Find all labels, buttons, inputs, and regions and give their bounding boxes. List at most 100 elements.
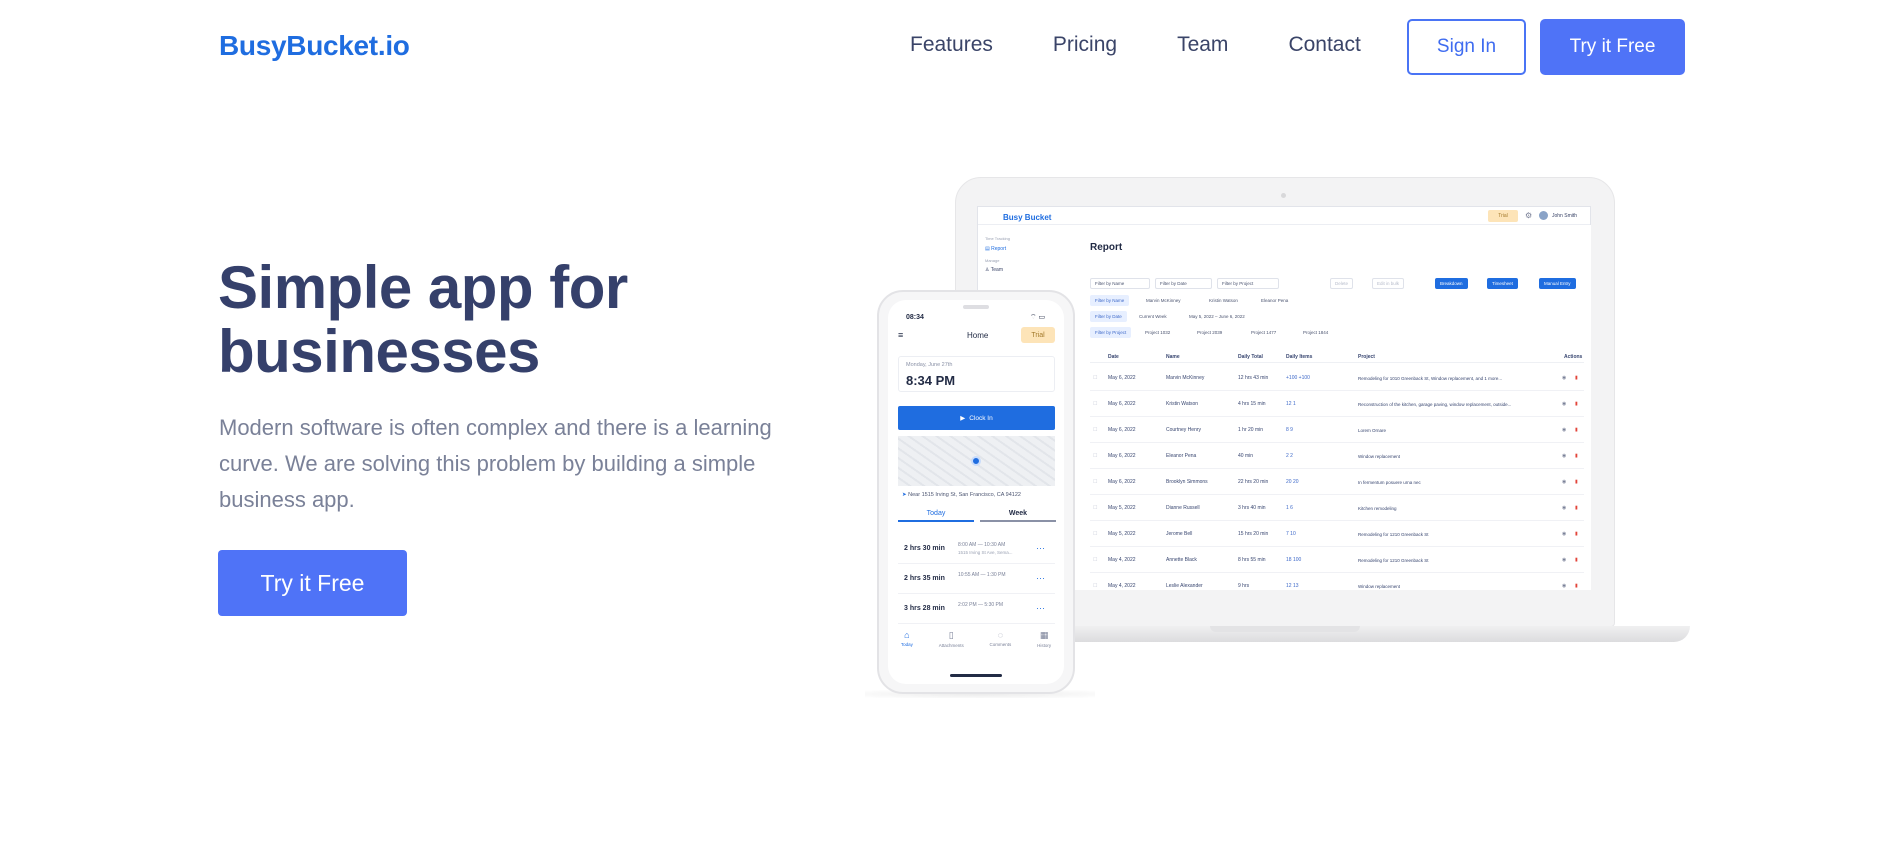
cell-project: Reconstruction of the kitchen, garage pa…: [1358, 402, 1512, 407]
more-icon: ···: [1036, 603, 1045, 613]
cell-total: 4 hrs 15 min: [1238, 401, 1266, 407]
cell-project: In fermentum posuere urna nec: [1358, 480, 1421, 485]
cell-project: Kitchen remodeling: [1358, 506, 1397, 511]
brand-logo[interactable]: BusyBucket.io: [219, 30, 410, 62]
eye-icon: ◉: [1562, 531, 1567, 537]
cell-checkbox: ☐: [1093, 531, 1098, 537]
filter-value: May 5, 2022 – June 6, 2022: [1189, 314, 1245, 319]
app-logo: Busy Bucket: [1003, 213, 1052, 222]
try-free-header-button[interactable]: Try it Free: [1540, 19, 1685, 75]
trash-icon: ▮: [1575, 375, 1578, 381]
cell-checkbox: ☐: [1093, 427, 1098, 433]
filter-value: Project 1032: [1145, 330, 1171, 335]
try-free-hero-button[interactable]: Try it Free: [218, 550, 407, 616]
trash-icon: ▮: [1575, 531, 1578, 537]
cell-name: Jerome Bell: [1166, 531, 1193, 537]
cell-date: May 4, 2022: [1108, 583, 1136, 589]
filter-value: Project 1844: [1303, 330, 1329, 335]
nav-features[interactable]: Features: [910, 33, 993, 57]
trash-icon: ▮: [1575, 401, 1578, 407]
report-title: Report: [1090, 242, 1123, 253]
cell-project: Window replacement: [1358, 584, 1401, 589]
nav-pricing[interactable]: Pricing: [1053, 33, 1117, 57]
cell-total: 8 hrs 55 min: [1238, 557, 1266, 563]
cell-project: Remodeling for 1010 Greenback St, Window…: [1358, 376, 1503, 381]
eye-icon: ◉: [1562, 453, 1567, 459]
bottom-nav-history: ▦ History: [1037, 630, 1051, 660]
entry-duration: 2 hrs 35 min: [904, 575, 945, 582]
cell-items: 12 1: [1286, 401, 1296, 407]
filter-value: Kristin Watson: [1209, 298, 1238, 303]
bottom-nav-comments: ◌ Comments: [990, 630, 1012, 660]
col-actions: Actions: [1564, 354, 1583, 360]
cell-items: 12 13: [1286, 583, 1299, 589]
app-topbar: Busy Bucket Trial ⚙ John Smith: [978, 207, 1590, 225]
phone-page-title: Home: [967, 331, 989, 340]
cell-checkbox: ☐: [1093, 505, 1098, 511]
sign-in-button[interactable]: Sign In: [1407, 19, 1526, 75]
cell-total: 12 hrs 43 min: [1238, 375, 1269, 381]
cell-checkbox: ☐: [1093, 557, 1098, 563]
entry-range: 10:55 AM — 1:30 PM: [958, 572, 1006, 578]
filter-value: Current Week: [1139, 314, 1167, 319]
col-date: Date: [1108, 354, 1119, 360]
filter-name-dropdown: Filter by Name: [1090, 278, 1150, 289]
sidebar-section-manage: Manage: [985, 258, 1000, 263]
filter-value: Eleanor Pena: [1261, 298, 1289, 303]
more-icon: ···: [1036, 573, 1045, 583]
cell-items: 1 6: [1286, 505, 1293, 511]
phone-screen: 08:34 ⌔ ▭ ≡ Home Trial Monday, June 27th…: [888, 300, 1064, 684]
gear-icon: ⚙: [1525, 211, 1533, 220]
cell-total: 9 hrs: [1238, 583, 1250, 589]
eye-icon: ◉: [1562, 583, 1567, 589]
trial-badge: Trial: [1488, 210, 1518, 222]
tab-week: Week: [980, 510, 1056, 522]
eye-icon: ◉: [1562, 557, 1567, 563]
location-address: ➤ Near 1515 Irving St, San Francisco, CA…: [902, 492, 1021, 498]
cell-project: Remodeling for 1210 Greenback St: [1358, 532, 1429, 537]
trash-icon: ▮: [1575, 427, 1578, 433]
table-row: ☐ May 5, 2022 Jerome Bell 15 hrs 20 min 7 10…: [1090, 521, 1584, 547]
sidebar-section-time: Time Tracking: [985, 236, 1010, 241]
entry-location: 1515 Irving St Ave, Sema...: [958, 550, 1013, 555]
cell-project: Lorem Ornare: [1358, 428, 1387, 433]
entry-range: 2:02 PM — 5:30 PM: [958, 602, 1004, 608]
cell-total: 3 hrs 40 min: [1238, 505, 1266, 511]
play-icon: ▶: [960, 415, 966, 422]
menu-icon: ≡: [898, 330, 904, 340]
delete-button: Delete: [1330, 278, 1354, 289]
cell-date: May 6, 2022: [1108, 453, 1136, 459]
col-daily-total: Daily Total: [1238, 354, 1263, 360]
address-text: Near 1515 Irving St, San Francisco, CA 9…: [908, 492, 1021, 498]
sidebar-item-label: Team: [990, 267, 1004, 273]
eye-icon: ◉: [1562, 375, 1567, 381]
table-row: ☐ May 6, 2022 Brooklyn Simmons 22 hrs 20 mi…: [1090, 469, 1584, 495]
table-row: ☐ May 6, 2022 Eleanor Pena 40 min 2 2 Window …: [1090, 443, 1584, 469]
cell-total: 1 hr 20 min: [1238, 427, 1264, 433]
nav-contact[interactable]: Contact: [1288, 33, 1360, 57]
filter-project-dropdown: Filter by Project: [1217, 278, 1279, 289]
hero-title: Simple app for businesses: [218, 254, 628, 385]
cell-checkbox: ☐: [1093, 479, 1098, 485]
nav-team[interactable]: Team: [1177, 33, 1228, 57]
table-row: ☐ May 4, 2022 Annette Black 8 hrs 55 min 18 …: [1090, 547, 1584, 573]
cell-items: +100 +100: [1286, 375, 1310, 381]
cell-project: Window replacement: [1358, 454, 1401, 459]
cell-checkbox: ☐: [1093, 401, 1098, 407]
bottom-nav-attachments: ▯ Attachments: [939, 630, 964, 660]
cell-items: 20 20: [1286, 479, 1299, 485]
cell-name: Annette Black: [1166, 557, 1197, 563]
calendar-icon: ▦: [1039, 630, 1049, 640]
list-item: 2 hrs 30 min 8:00 AM — 10:30 AM 1515 Irvin…: [898, 536, 1055, 564]
cell-total: 22 hrs 20 min: [1238, 479, 1269, 485]
bottom-nav-label: Today: [900, 642, 913, 647]
more-icon: ···: [1036, 543, 1045, 553]
eye-icon: ◉: [1562, 427, 1567, 433]
home-indicator: [950, 674, 1002, 677]
entry-range: 8:00 AM — 10:30 AM: [958, 542, 1006, 548]
cell-name: Kristin Watson: [1166, 401, 1199, 407]
home-icon: ⌂: [904, 630, 910, 640]
trash-icon: ▮: [1575, 505, 1578, 511]
col-daily-items: Daily Items: [1286, 354, 1313, 360]
breakdown-button: Breakdown: [1435, 278, 1468, 289]
